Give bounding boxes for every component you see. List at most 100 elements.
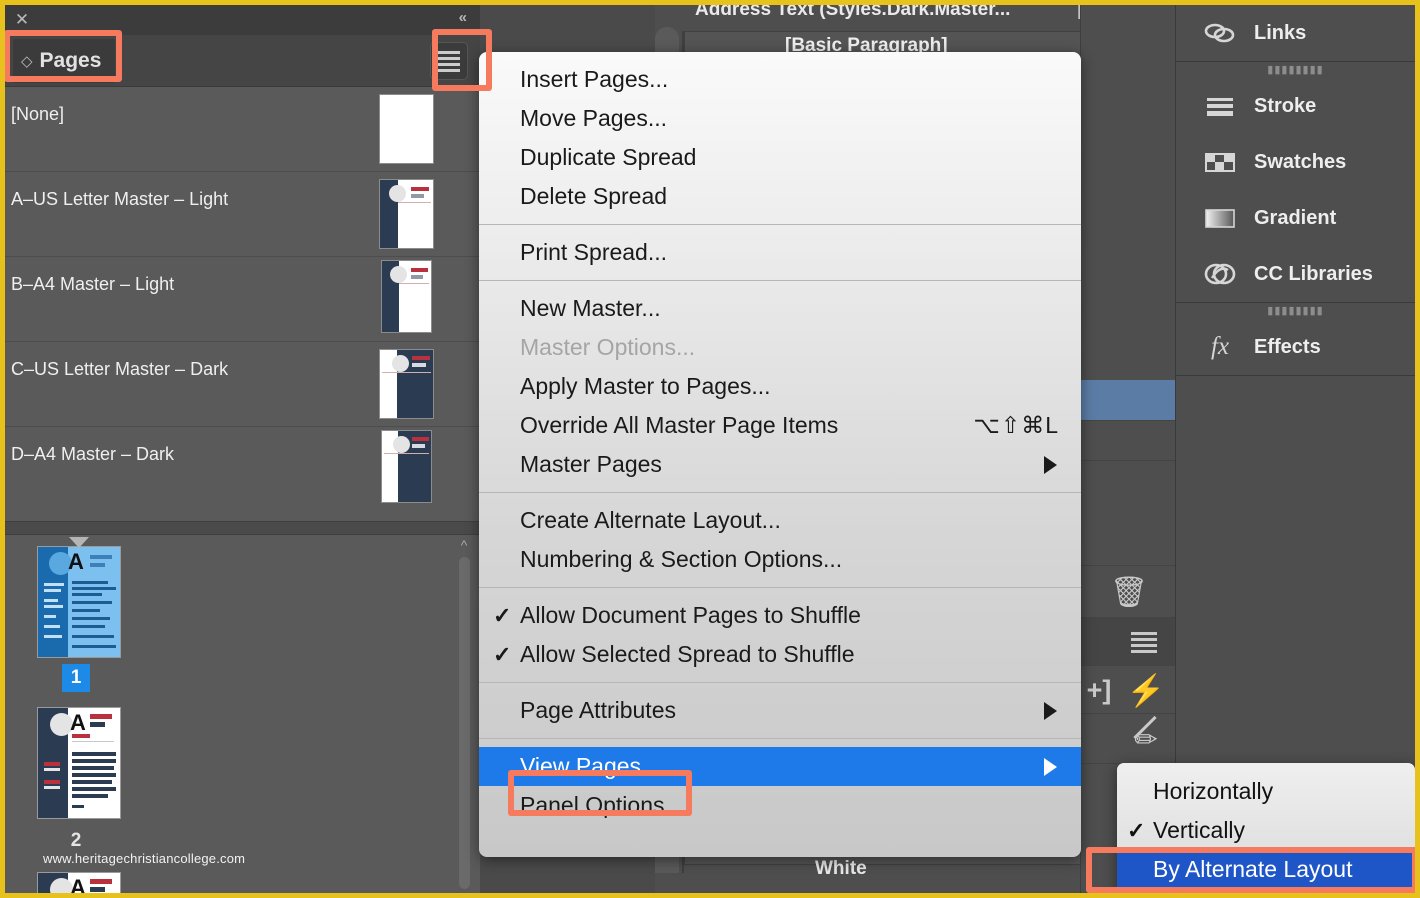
pages-scrollbar[interactable]: ^: [456, 535, 472, 893]
menu-item-move-pages[interactable]: Move Pages...: [479, 99, 1081, 138]
break-link-icon[interactable]: ✏: [1122, 714, 1170, 764]
menu-item-print-spread[interactable]: Print Spread...: [479, 233, 1081, 272]
white-swatch-label: White: [815, 858, 867, 880]
dock-item-stroke[interactable]: Stroke: [1176, 78, 1415, 134]
scrollbar-thumb[interactable]: [459, 557, 470, 889]
page-number-1[interactable]: 1: [62, 664, 90, 692]
background-cell: [1081, 460, 1176, 565]
background-cell: 🗑: [1081, 565, 1176, 617]
trash-icon[interactable]: 🗑: [1099, 566, 1159, 618]
menu-item-allow-selected-spread-to-shuffle[interactable]: ✓ Allow Selected Spread to Shuffle: [479, 635, 1081, 674]
menu-item-page-attributes[interactable]: Page Attributes: [479, 691, 1081, 730]
dock-group-tools: ▮▮▮▮▮▮▮▮ Stroke: [1176, 62, 1415, 303]
menu-separator: [479, 738, 1081, 739]
menu-item-allow-document-pages-to-shuffle[interactable]: ✓ Allow Document Pages to Shuffle: [479, 596, 1081, 635]
document-pages-list[interactable]: A 1: [5, 535, 480, 893]
dock-item-label: Effects: [1254, 336, 1321, 359]
menu-item-duplicate-spread[interactable]: Duplicate Spread: [479, 138, 1081, 177]
master-name: B–A4 Master – Light: [11, 274, 174, 295]
dock-item-label: Gradient: [1254, 207, 1336, 230]
right-dock: Links ▮▮▮▮▮▮▮▮ Stroke: [1175, 5, 1415, 893]
menu-separator: [479, 224, 1081, 225]
chevron-right-icon: [1044, 702, 1057, 720]
hamburger-line-icon: [438, 51, 460, 54]
master-thumbnail: [379, 179, 434, 249]
background-cell: [1081, 420, 1176, 460]
menu-separator: [479, 280, 1081, 281]
dock-group-links: Links: [1176, 5, 1415, 62]
background-selected-cell: [1081, 380, 1176, 420]
submenu-item-by-alternate-layout[interactable]: By Alternate Layout: [1117, 850, 1415, 889]
dock-item-swatches[interactable]: Swatches: [1176, 134, 1415, 190]
background-cell: +] ⚡: [1081, 665, 1176, 713]
screenshot-root: Address Text (Styles.Dark.Master... [+] …: [0, 0, 1420, 898]
page-thumbnail-2[interactable]: A: [37, 707, 121, 819]
submenu-item-vertically[interactable]: ✓ Vertically: [1117, 811, 1415, 850]
page-thumbnail-3[interactable]: A: [37, 872, 121, 893]
panel-splitter[interactable]: [5, 521, 480, 535]
menu-separator: [479, 682, 1081, 683]
menu-item-panel-options[interactable]: Panel Options...: [479, 786, 1081, 825]
collapse-panel-icon[interactable]: «: [459, 9, 466, 26]
master-row-d[interactable]: D–A4 Master – Dark: [5, 427, 480, 511]
submenu-item-horizontally[interactable]: Horizontally: [1117, 772, 1415, 811]
menu-item-master-pages[interactable]: Master Pages: [479, 445, 1081, 484]
check-icon: ✓: [1127, 818, 1145, 844]
selected-spread-marker: [69, 537, 89, 548]
links-icon: [1202, 18, 1238, 48]
hamburger-line-icon: [438, 69, 460, 72]
master-thumbnail: [379, 349, 434, 419]
master-pages-list[interactable]: [None] A–US Letter Master – Light B–A4 M…: [5, 87, 480, 521]
tab-pages[interactable]: ◇ Pages: [13, 39, 115, 83]
master-thumbnail: [379, 94, 434, 164]
master-row-c[interactable]: C–US Letter Master – Dark: [5, 342, 480, 426]
stroke-icon: [1202, 91, 1238, 121]
diamond-icon: ◇: [21, 52, 33, 70]
check-icon: ✓: [493, 603, 511, 629]
fx-icon: fx: [1202, 332, 1238, 362]
dock-item-label: Stroke: [1254, 95, 1316, 118]
close-icon[interactable]: ✕: [13, 11, 31, 29]
background-cell: [1081, 617, 1176, 665]
master-row-b[interactable]: B–A4 Master – Light: [5, 257, 480, 341]
menu-item-numbering-section-options[interactable]: Numbering & Section Options...: [479, 540, 1081, 579]
menu-item-delete-spread[interactable]: Delete Spread: [479, 177, 1081, 216]
watermark-text: www.heritagechristiancollege.com: [43, 851, 323, 866]
dock-grip[interactable]: ▮▮▮▮▮▮▮▮: [1176, 303, 1415, 319]
menu-separator: [479, 587, 1081, 588]
dock-item-links[interactable]: Links: [1176, 5, 1415, 61]
background-cell: ✏: [1081, 713, 1176, 763]
menu-item-insert-pages[interactable]: Insert Pages...: [479, 60, 1081, 99]
gradient-icon: [1202, 203, 1238, 233]
lightning-icon[interactable]: ⚡: [1124, 666, 1168, 714]
background-button-bar: 🗑 +] ⚡ ✏: [1080, 5, 1175, 893]
hamburger-line-icon: [438, 57, 460, 60]
view-pages-submenu[interactable]: Horizontally ✓ Vertically By Alternate L…: [1117, 763, 1415, 898]
chevron-right-icon: [1044, 456, 1057, 474]
dock-item-gradient[interactable]: Gradient: [1176, 190, 1415, 246]
chevron-right-icon: [1044, 758, 1057, 776]
new-page-icon[interactable]: +]: [1079, 666, 1119, 714]
dock-item-effects[interactable]: fx Effects: [1176, 319, 1415, 375]
menu-item-view-pages[interactable]: View Pages: [479, 747, 1081, 786]
menu-shortcut: ⌥⇧⌘L: [973, 412, 1059, 439]
dock-item-cc-libraries[interactable]: CC Libraries: [1176, 246, 1415, 302]
master-name: C–US Letter Master – Dark: [11, 359, 228, 380]
menu-item-override-all-master-page-items[interactable]: Override All Master Page Items ⌥⇧⌘L: [479, 406, 1081, 445]
menu-item-master-options: Master Options...: [479, 328, 1081, 367]
panel-tab-bar: ◇ Pages: [5, 35, 480, 87]
hamburger-icon[interactable]: [1122, 618, 1166, 666]
scroll-up-icon[interactable]: ^: [457, 537, 471, 553]
menu-item-apply-master-to-pages[interactable]: Apply Master to Pages...: [479, 367, 1081, 406]
panel-menu-button[interactable]: [430, 42, 468, 80]
master-row-a[interactable]: A–US Letter Master – Light: [5, 172, 480, 256]
menu-item-new-master[interactable]: New Master...: [479, 289, 1081, 328]
master-thumbnail: [381, 260, 432, 333]
dock-grip[interactable]: ▮▮▮▮▮▮▮▮: [1176, 62, 1415, 78]
master-thumbnail: [381, 430, 432, 503]
master-row-none[interactable]: [None]: [5, 87, 480, 171]
swatches-icon: [1202, 147, 1238, 177]
menu-item-create-alternate-layout[interactable]: Create Alternate Layout...: [479, 501, 1081, 540]
pages-panel-flyout-menu[interactable]: Insert Pages... Move Pages... Duplicate …: [479, 52, 1081, 857]
page-thumbnail-1[interactable]: A: [37, 546, 121, 658]
